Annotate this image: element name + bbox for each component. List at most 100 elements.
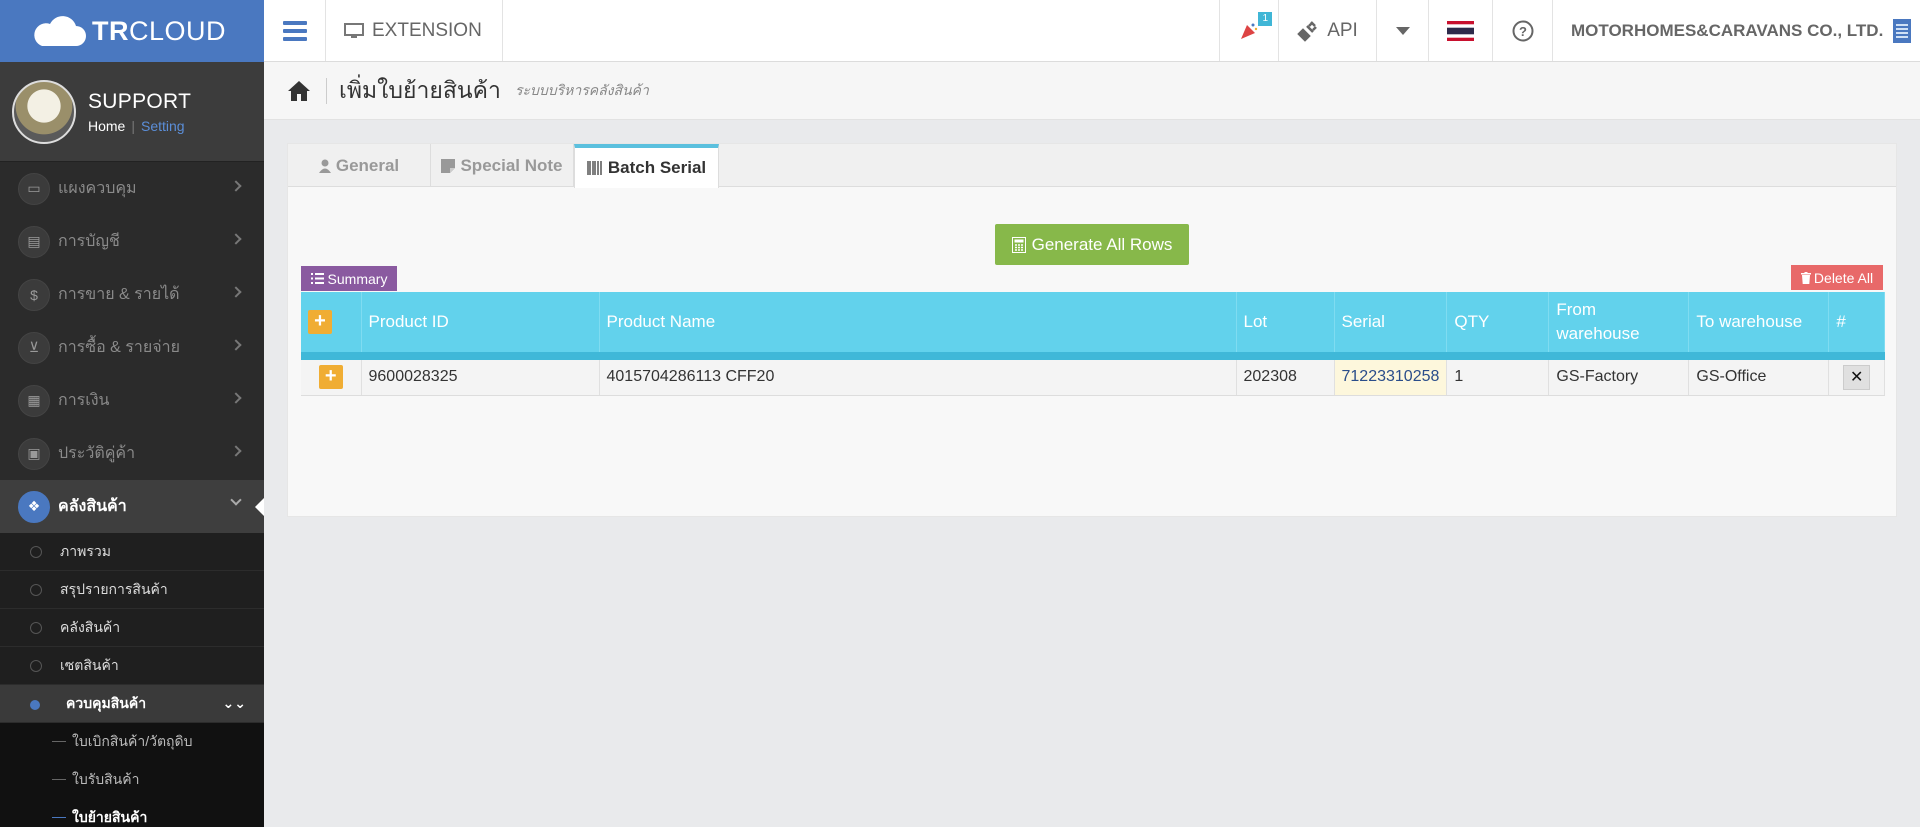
delete-all-button[interactable]: Delete All [1791,265,1883,290]
insert-row-button[interactable]: + [318,365,343,390]
dollar-icon: $ [18,278,50,311]
col-qty: QTY [1446,292,1550,360]
sidebar-item-finance[interactable]: ▦ การเงิน [0,374,264,427]
batch-serial-table: + Product ID Product Name Lot Serial QTY… [301,292,1885,396]
sidebar-item-label: ประวัติคู่ค้า [58,445,136,462]
company-selector[interactable]: MOTORHOMES&CARAVANS CO., LTD. [1552,0,1920,61]
hamburger-icon [282,20,307,41]
sidebar-sub-product-summary[interactable]: สรุปรายการสินค้า [0,571,264,609]
breadcrumb: เพิ่มใบย้ายสินค้า ระบบบริหารคลังสินค้า [264,62,1920,120]
link-separator: | [131,117,135,134]
chevron-right-icon [230,445,242,457]
cell-qty: 1 [1446,356,1550,396]
extension-label: EXTENSION [372,19,482,41]
sidebar: SUPPORT Home | Setting ▭ แผงควบคุม ▤ การบั… [0,62,264,827]
list-icon [310,273,324,284]
chevron-right-icon [230,233,242,245]
tab-label: Batch Serial [607,158,707,177]
sidebar-sub-overview[interactable]: ภาพรวม [0,533,264,571]
user-icon [318,159,331,173]
cell-to-warehouse: GS-Office [1688,356,1830,396]
top-bar: TR CLOUD EXTENSION 1 API ? MOTORHOMES&CAR… [0,0,1920,62]
dropdown-button[interactable] [1376,0,1428,61]
logo-text-bold: TR [92,15,129,46]
chevron-right-icon [230,392,242,404]
chevron-right-icon [230,339,242,351]
user-profile: SUPPORT Home | Setting [0,62,264,162]
monitor-icon [344,22,364,38]
sidebar-item-purchase[interactable]: ⊻ การซื้อ & รายจ่าย [0,321,264,374]
tab-label: Special Note [460,155,563,175]
chevron-down-icon [230,494,242,506]
cart-icon: ⊻ [18,331,50,364]
page-title: เพิ่มใบย้ายสินค้า [339,76,501,103]
home-link[interactable]: Home [88,118,125,134]
avatar[interactable] [12,79,76,144]
tab-label: General [335,155,400,175]
sidebar-item-label: แผงควบคุม [58,180,137,197]
language-button[interactable] [1428,0,1492,61]
setting-link[interactable]: Setting [141,118,185,134]
api-label: API [1327,19,1358,41]
sidebar-sub-product-control[interactable]: ควบคุมสินค้า ⌄⌄ [0,685,264,723]
sidebar-sub-label: ควบคุมสินค้า [66,694,147,711]
summary-button[interactable]: Summary [301,266,397,291]
sidebar-item-warehouse[interactable]: ❖ คลังสินค้า [0,480,264,533]
user-name: SUPPORT [88,89,192,113]
add-column-header: + [301,292,362,360]
table-header-row: + Product ID Product Name Lot Serial QTY… [301,292,1885,360]
tab-special-note[interactable]: Special Note [431,144,574,187]
cell-product-name: 4015704286113 CFF20 [599,356,1237,396]
menu-toggle-button[interactable] [264,0,326,61]
generate-all-rows-button[interactable]: Generate All Rows [995,224,1189,265]
col-from-warehouse: From warehouse [1548,292,1690,360]
sidebar-item-label: คลังสินค้า [58,498,127,515]
sidebar-sub-product-set[interactable]: เซตสินค้า [0,647,264,685]
sidebar-sub-warehouse[interactable]: คลังสินค้า [0,609,264,647]
sidebar-subsub-transfer[interactable]: ใบย้ายสินค้า [0,799,264,827]
content-panel: General Special Note Batch Serial Genera… [287,143,1897,517]
cell-product-id: 9600028325 [361,356,600,396]
sidebar-item-label: การเงิน [58,392,110,409]
col-product-id: Product ID [361,292,600,360]
tab-general[interactable]: General [288,144,431,187]
cell-serial[interactable]: 71223310258 [1334,356,1448,396]
plug-icon [1297,20,1318,42]
double-chevron-down-icon: ⌄⌄ [222,695,246,711]
cell-from-warehouse: GS-Factory [1548,356,1690,396]
col-serial: Serial [1334,292,1448,360]
warehouse-submenu: ภาพรวม สรุปรายการสินค้า คลังสินค้า เซตสิ… [0,533,264,827]
delete-row-button[interactable]: ✕ [1843,364,1871,390]
add-row-button[interactable]: + [308,310,332,334]
sidebar-item-sales[interactable]: $ การขาย & รายได้ [0,268,264,321]
sidebar-item-contacts[interactable]: ▣ ประวัติคู่ค้า [0,427,264,480]
sidebar-item-accounting[interactable]: ▤ การบัญชี [0,215,264,268]
page-subtitle: ระบบบริหารคลังสินค้า [514,81,649,98]
tab-batch-serial[interactable]: Batch Serial [574,144,719,188]
delete-all-label: Delete All [1813,269,1874,286]
app-logo[interactable]: TR CLOUD [0,0,264,62]
generate-label: Generate All Rows [1031,234,1173,254]
col-lot: Lot [1236,292,1335,360]
contact-icon: ▣ [18,437,50,470]
extension-button[interactable]: EXTENSION [326,0,503,61]
sidebar-subsub-requisition[interactable]: ใบเบิกสินค้า/วัตถุดิบ [0,723,264,761]
thai-flag-icon [1447,20,1474,41]
caret-down-icon [1395,26,1410,35]
col-actions: # [1828,292,1885,360]
question-circle-icon: ? [1512,20,1533,41]
sidebar-item-label: การบัญชี [58,233,120,250]
api-button[interactable]: API [1278,0,1376,61]
cloud-icon [34,16,86,46]
sidebar-item-dashboard[interactable]: ▭ แผงควบคุม [0,162,264,215]
help-button[interactable]: ? [1492,0,1552,61]
book-icon: ▤ [18,225,50,258]
sidebar-subsub-goods-receipt[interactable]: ใบรับสินค้า [0,761,264,799]
notifications-button[interactable]: 1 [1219,0,1278,61]
sidebar-item-label: การซื้อ & รายจ่าย [58,339,180,356]
col-product-name: Product Name [599,292,1237,360]
chevron-right-icon [230,180,242,192]
calculator-icon [1011,236,1026,253]
home-icon[interactable] [286,78,312,104]
svg-text:?: ? [1519,24,1527,39]
